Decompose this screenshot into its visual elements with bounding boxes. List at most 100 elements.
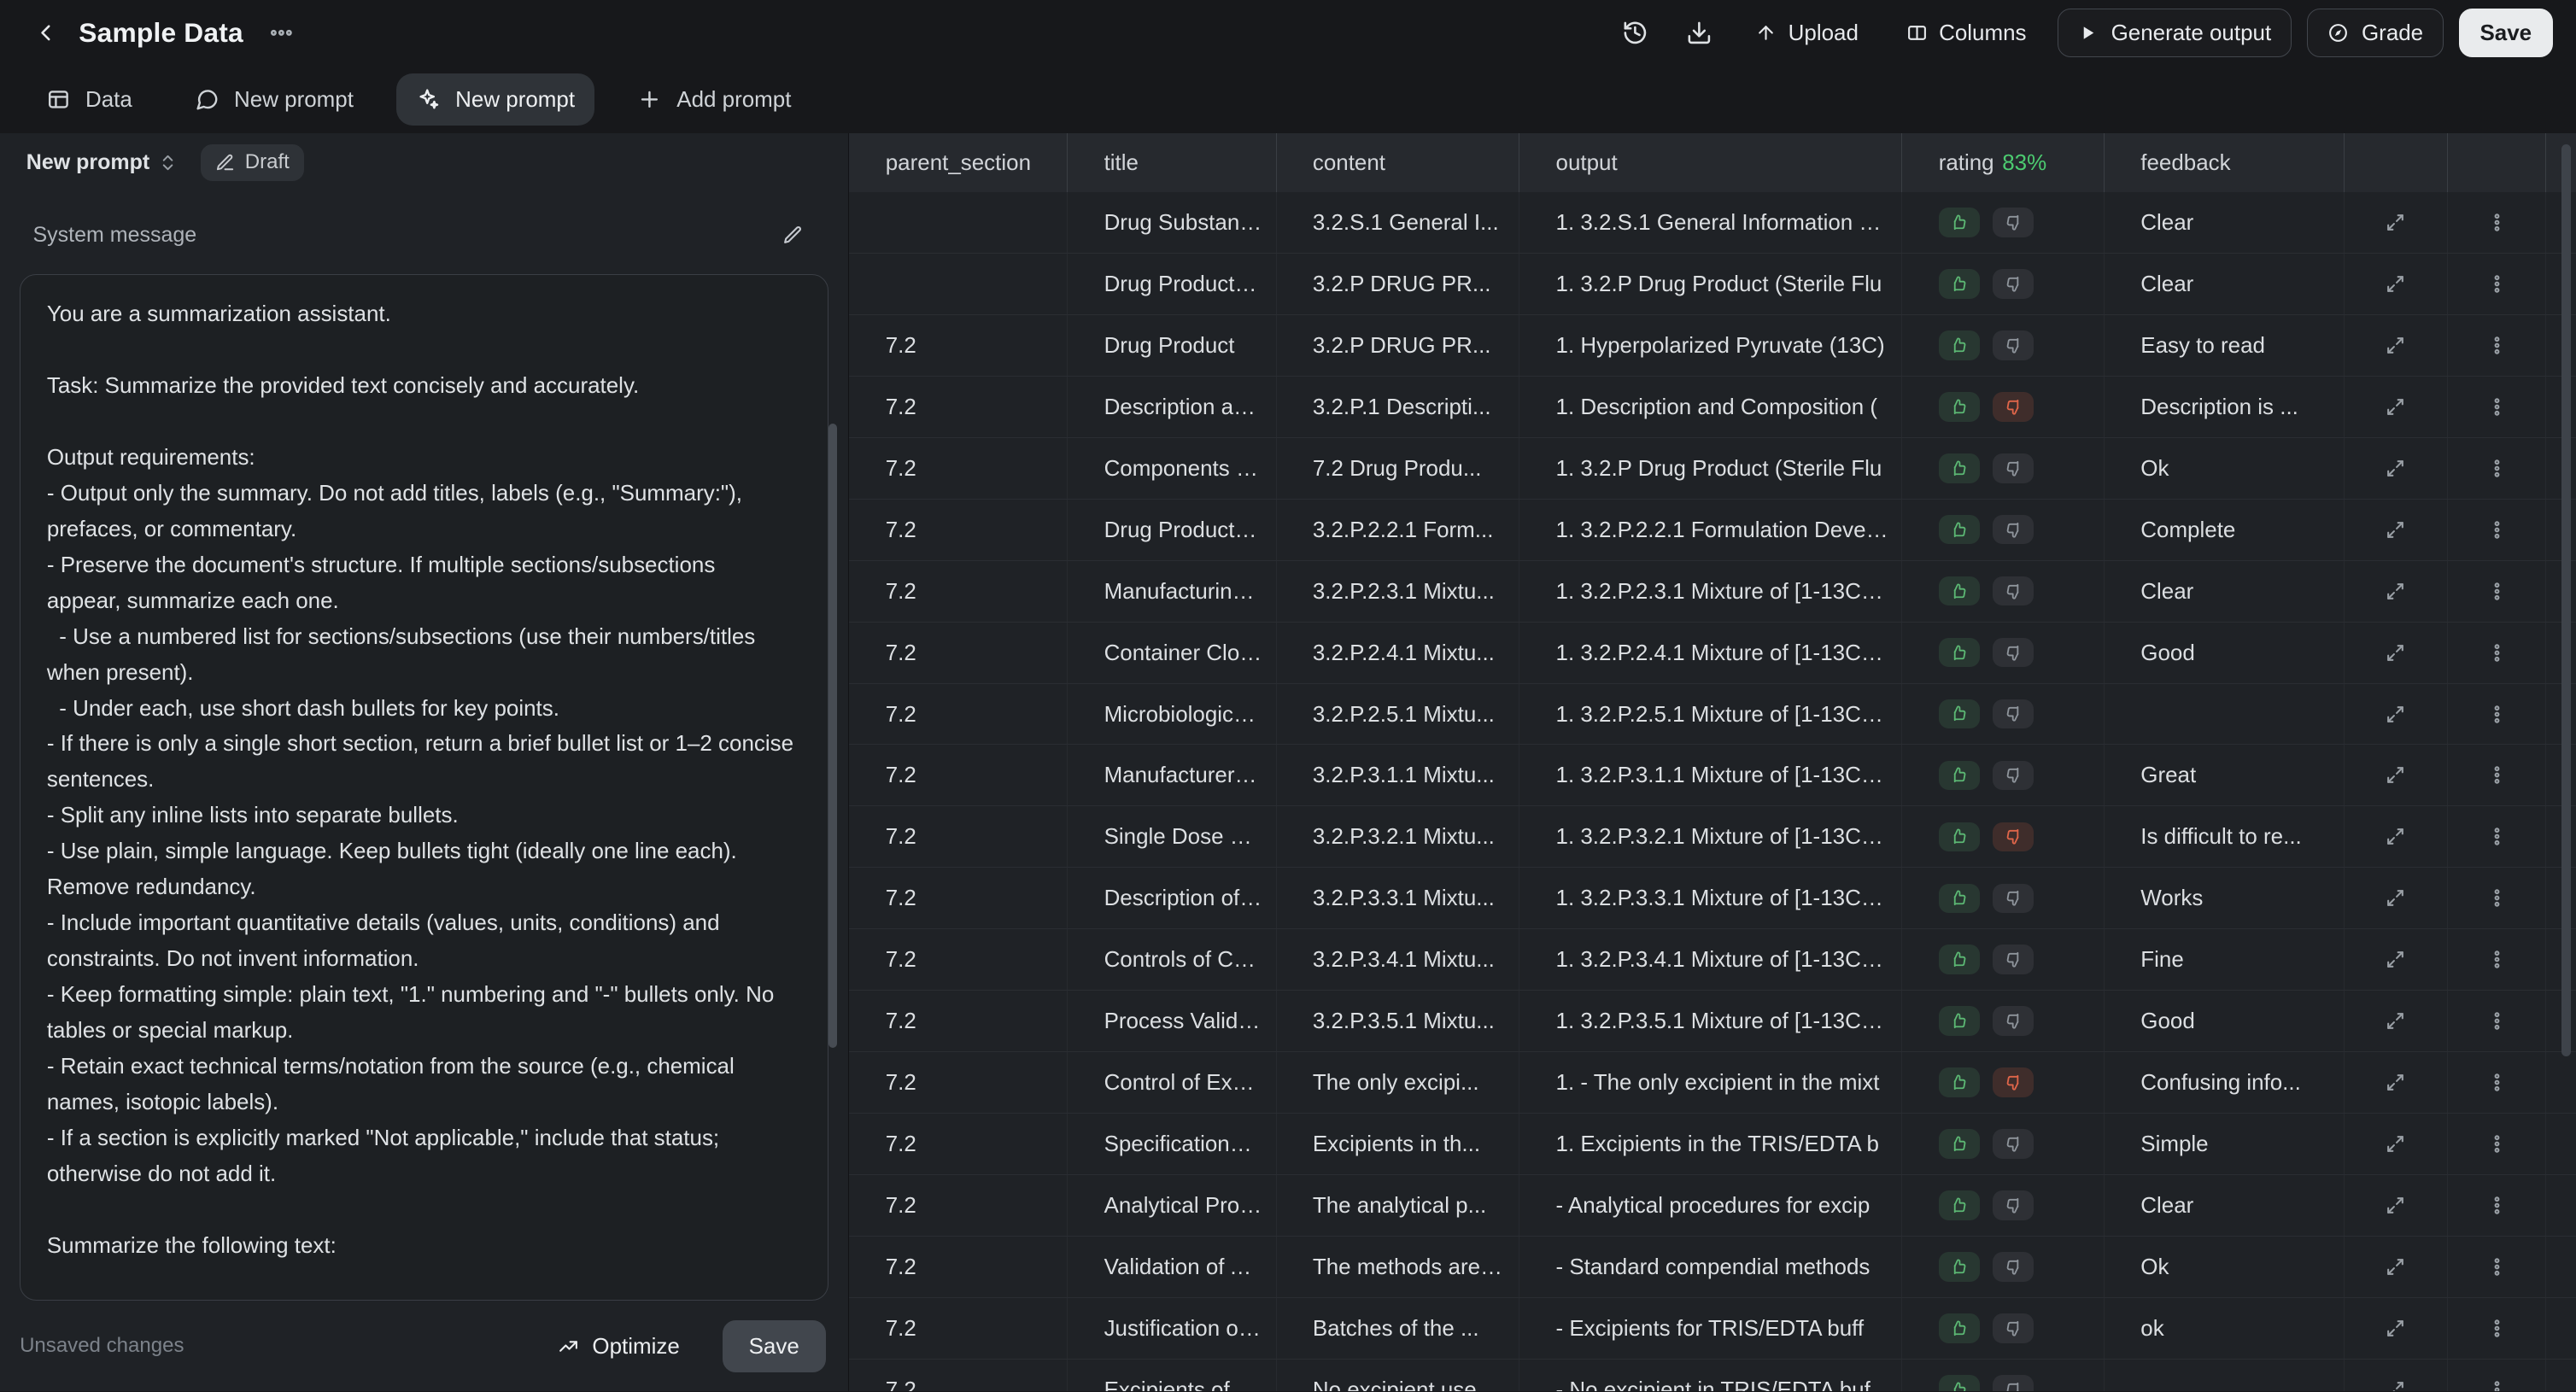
row-menu-button[interactable] (2474, 568, 2520, 614)
expand-row-button[interactable] (2373, 445, 2419, 491)
row-menu-button[interactable] (2474, 1183, 2520, 1229)
thumbs-up-button[interactable] (1939, 1006, 1980, 1036)
table-row[interactable]: 7.2 Process Validati... 3.2.P.3.5.1 Mixt… (849, 991, 2576, 1052)
table-row[interactable]: 7.2 Drug Product 3.2.P DRUG PR... 1. Hyp… (849, 315, 2576, 377)
panel-scrollbar[interactable] (828, 424, 837, 1048)
thumbs-up-button[interactable] (1939, 945, 1980, 974)
table-row[interactable]: 7.2 Control of Excip... The only excipi.… (849, 1052, 2576, 1114)
thumbs-down-button[interactable] (1993, 822, 2034, 852)
thumbs-down-button[interactable] (1993, 884, 2034, 914)
thumbs-up-button[interactable] (1939, 392, 1980, 422)
row-menu-button[interactable] (2474, 261, 2520, 307)
add-prompt-button[interactable]: Add prompt (618, 73, 811, 126)
prompt-selector[interactable]: New prompt (20, 145, 184, 180)
save-button[interactable]: Save (2459, 9, 2554, 58)
thumbs-down-button[interactable] (1993, 392, 2034, 422)
row-menu-button[interactable] (2474, 506, 2520, 553)
expand-row-button[interactable] (2373, 1305, 2419, 1351)
table-row[interactable]: 7.2 Drug Product (D... 3.2.P.2.2.1 Form.… (849, 500, 2576, 561)
thumbs-up-button[interactable] (1939, 1375, 1980, 1391)
table-row[interactable]: 7.2 Excipients of Hu... No excipient use… (849, 1360, 2576, 1391)
table-row[interactable]: 7.2 Manufacturing ... 3.2.P.2.3.1 Mixtu.… (849, 561, 2576, 623)
table-row[interactable]: 7.2 Components of ... 7.2 Drug Produ... … (849, 438, 2576, 500)
thumbs-down-button[interactable] (1993, 1006, 2034, 1036)
table-row[interactable]: 7.2 Container Closu... 3.2.P.2.4.1 Mixtu… (849, 623, 2576, 684)
row-menu-button[interactable] (2474, 814, 2520, 860)
download-button[interactable] (1675, 9, 1724, 58)
history-button[interactable] (1611, 9, 1660, 58)
table-scrollbar[interactable] (2561, 144, 2572, 1056)
thumbs-down-button[interactable] (1993, 1129, 2034, 1159)
row-menu-button[interactable] (2474, 1060, 2520, 1106)
expand-row-button[interactable] (2373, 875, 2419, 921)
row-menu-button[interactable] (2474, 1305, 2520, 1351)
back-button[interactable] (23, 10, 69, 56)
table-row[interactable]: Drug Product P... 3.2.P DRUG PR... 1. 3.… (849, 254, 2576, 315)
expand-row-button[interactable] (2373, 322, 2419, 368)
thumbs-up-button[interactable] (1939, 638, 1980, 668)
expand-row-button[interactable] (2373, 568, 2419, 614)
grade-button[interactable]: Grade (2307, 9, 2444, 58)
row-menu-button[interactable] (2474, 1366, 2520, 1391)
table-row[interactable]: 7.2 Microbiological ... 3.2.P.2.5.1 Mixt… (849, 684, 2576, 746)
expand-row-button[interactable] (2373, 691, 2419, 737)
thumbs-up-button[interactable] (1939, 1252, 1980, 1282)
expand-row-button[interactable] (2373, 1183, 2419, 1229)
row-menu-button[interactable] (2474, 1244, 2520, 1290)
expand-row-button[interactable] (2373, 1060, 2419, 1106)
thumbs-down-button[interactable] (1993, 1375, 2034, 1391)
thumbs-up-button[interactable] (1939, 761, 1980, 791)
expand-row-button[interactable] (2373, 506, 2419, 553)
thumbs-down-button[interactable] (1993, 1252, 2034, 1282)
table-row[interactable]: 7.2 Manufacturer(s... 3.2.P.3.1.1 Mixtu.… (849, 745, 2576, 806)
tab-prompt-2-active[interactable]: New prompt (396, 73, 594, 126)
tab-data[interactable]: Data (26, 73, 152, 126)
table-row[interactable]: 7.2 Single Dose Cor... 3.2.P.3.2.1 Mixtu… (849, 806, 2576, 868)
thumbs-up-button[interactable] (1939, 699, 1980, 729)
thumbs-down-button[interactable] (1993, 699, 2034, 729)
table-row[interactable]: 7.2 Controls of Criti... 3.2.P.3.4.1 Mix… (849, 929, 2576, 991)
panel-save-button[interactable]: Save (723, 1320, 826, 1373)
thumbs-up-button[interactable] (1939, 1129, 1980, 1159)
row-menu-button[interactable] (2474, 200, 2520, 246)
thumbs-down-button[interactable] (1993, 761, 2034, 791)
thumbs-up-button[interactable] (1939, 1190, 1980, 1220)
thumbs-down-button[interactable] (1993, 453, 2034, 483)
thumbs-up-button[interactable] (1939, 884, 1980, 914)
tab-prompt-1[interactable]: New prompt (175, 73, 373, 126)
thumbs-up-button[interactable] (1939, 453, 1980, 483)
table-row[interactable]: 7.2 Specifications (... Excipients in th… (849, 1114, 2576, 1175)
thumbs-up-button[interactable] (1939, 1067, 1980, 1097)
thumbs-down-button[interactable] (1993, 638, 2034, 668)
row-menu-button[interactable] (2474, 691, 2520, 737)
row-menu-button[interactable] (2474, 383, 2520, 430)
table-row[interactable]: 7.2 Description and ... 3.2.P.1 Descript… (849, 377, 2576, 438)
row-menu-button[interactable] (2474, 875, 2520, 921)
row-menu-button[interactable] (2474, 629, 2520, 676)
row-menu-button[interactable] (2474, 998, 2520, 1044)
expand-row-button[interactable] (2373, 1244, 2419, 1290)
table-row[interactable]: 7.2 Analytical Proce... The analytical p… (849, 1175, 2576, 1237)
thumbs-up-button[interactable] (1939, 515, 1980, 545)
row-menu-button[interactable] (2474, 937, 2520, 983)
edit-system-message-button[interactable] (773, 215, 812, 254)
expand-row-button[interactable] (2373, 752, 2419, 798)
thumbs-up-button[interactable] (1939, 269, 1980, 299)
row-menu-button[interactable] (2474, 752, 2520, 798)
row-menu-button[interactable] (2474, 322, 2520, 368)
expand-row-button[interactable] (2373, 998, 2419, 1044)
thumbs-up-button[interactable] (1939, 208, 1980, 237)
expand-row-button[interactable] (2373, 814, 2419, 860)
upload-button[interactable]: Upload (1739, 9, 1875, 58)
thumbs-down-button[interactable] (1993, 208, 2034, 237)
thumbs-down-button[interactable] (1993, 269, 2034, 299)
expand-row-button[interactable] (2373, 1121, 2419, 1167)
table-row[interactable]: Drug Substance 3.2.S.1 General I... 1. 3… (849, 192, 2576, 254)
table-row[interactable]: 7.2 Validation of An... The methods are … (849, 1237, 2576, 1298)
system-message-input[interactable]: You are a summarization assistant. Task:… (20, 274, 828, 1301)
row-menu-button[interactable] (2474, 1121, 2520, 1167)
title-menu-button[interactable] (260, 11, 302, 54)
expand-row-button[interactable] (2373, 937, 2419, 983)
generate-output-button[interactable]: Generate output (2058, 9, 2292, 58)
thumbs-up-button[interactable] (1939, 330, 1980, 360)
